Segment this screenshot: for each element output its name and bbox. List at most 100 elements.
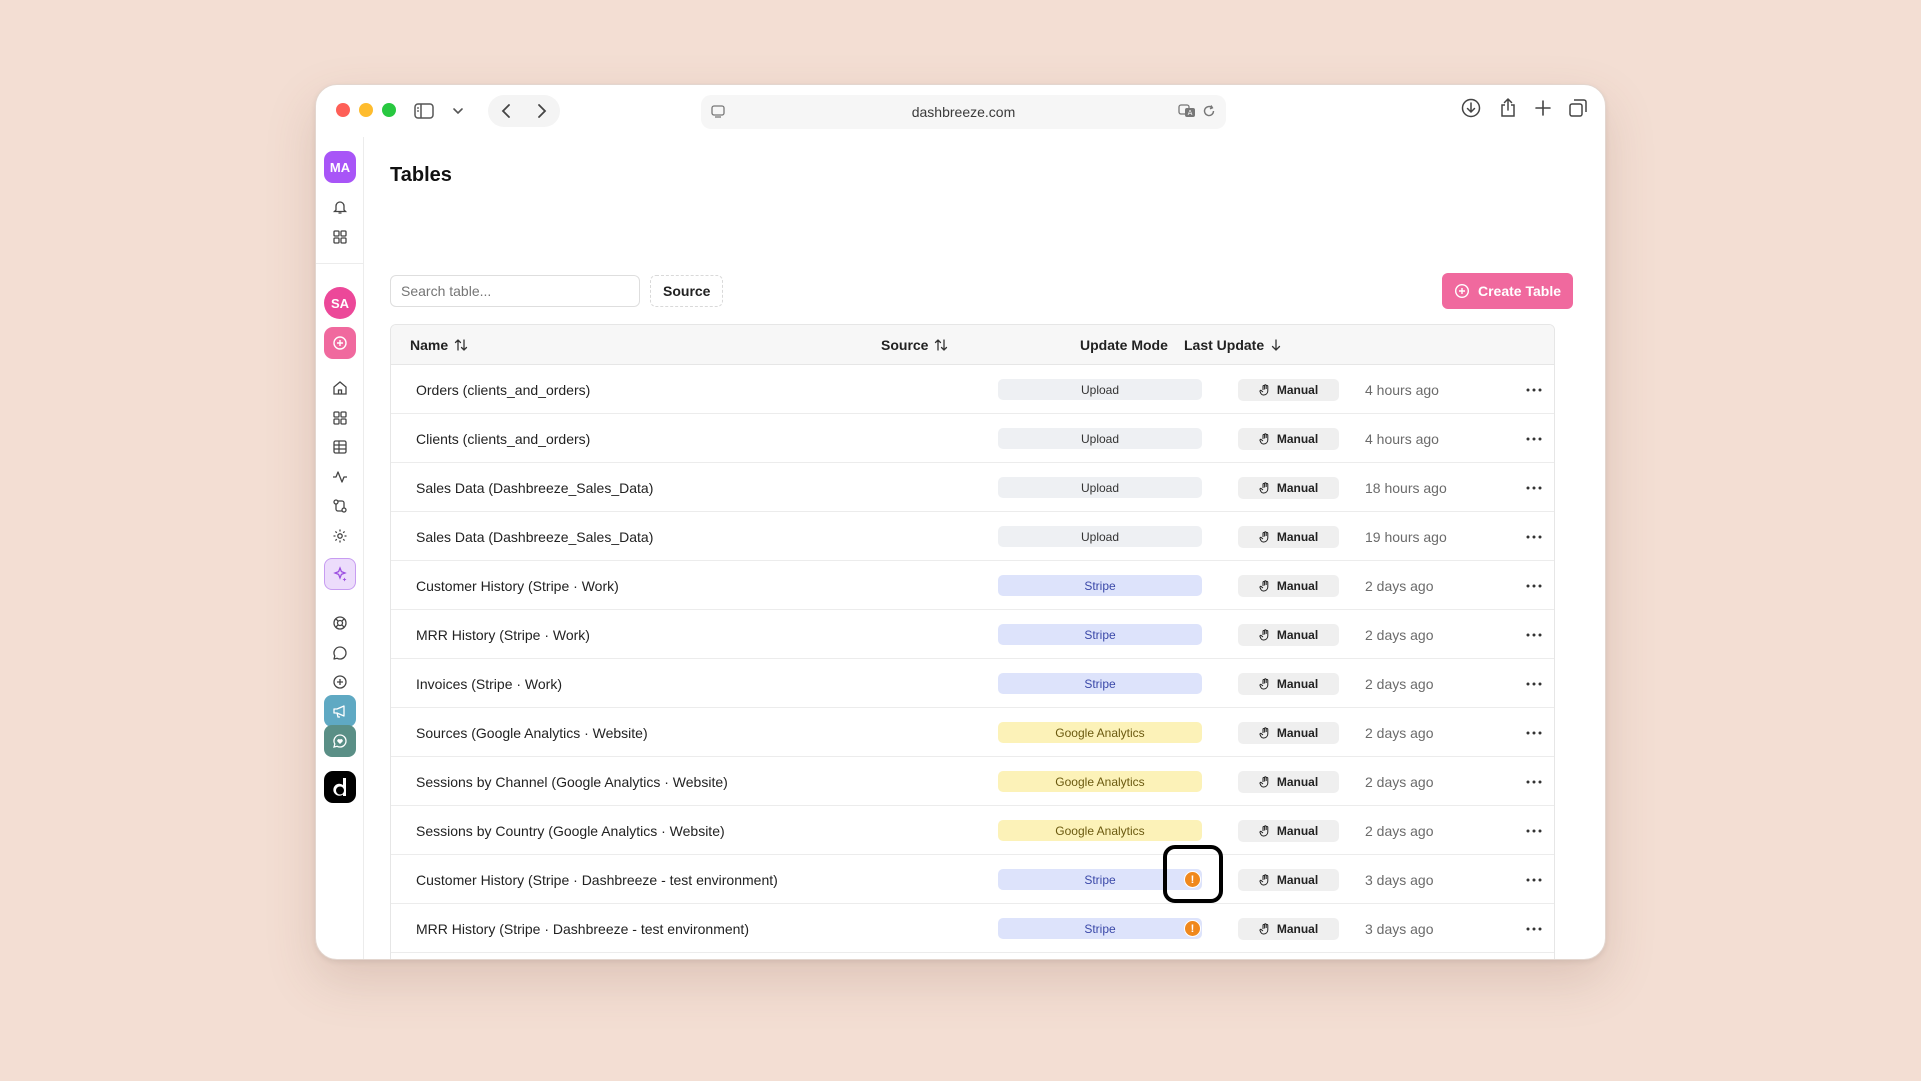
feature-request-icon[interactable] — [324, 666, 356, 698]
announcements-button[interactable] — [324, 695, 356, 727]
table-name[interactable]: MRR History (Stripe · Dashbreeze - test … — [416, 904, 749, 953]
update-mode-badge: Manual — [1238, 623, 1339, 646]
add-button[interactable] — [324, 327, 356, 359]
table-name[interactable]: Sales Data (Dashbreeze_Sales_Data) — [416, 463, 653, 512]
table-row[interactable]: MRR History (Stripe · Dashbreeze - test … — [391, 904, 1554, 953]
update-mode-cell: Manual — [1238, 512, 1339, 561]
more-options-icon[interactable] — [1526, 561, 1542, 610]
name-column-header[interactable]: Name — [410, 325, 468, 365]
last-update-cell: 2 days ago — [1365, 577, 1434, 594]
table-name[interactable]: Invoices (Stripe · Dashbreeze - test env… — [416, 953, 721, 959]
table-row[interactable]: Sales Data (Dashbreeze_Sales_Data) Upload… — [391, 512, 1554, 561]
table-row[interactable]: Sources (Google Analytics · Website) Goog… — [391, 708, 1554, 757]
user-avatar[interactable]: MA — [324, 151, 356, 183]
table-icon[interactable] — [324, 431, 356, 463]
update-mode-label: Manual — [1276, 480, 1319, 495]
integrations-icon[interactable] — [324, 490, 356, 522]
table-row[interactable]: Sessions by Channel (Google Analytics · … — [391, 757, 1554, 806]
table-name[interactable]: Orders (clients_and_orders) — [416, 365, 590, 414]
more-options-icon[interactable] — [1526, 904, 1542, 953]
page-settings-icon[interactable] — [711, 105, 725, 118]
source-filter-button[interactable]: Source — [650, 275, 724, 307]
warning-icon[interactable]: ! — [1184, 920, 1201, 937]
more-options-icon[interactable] — [1526, 855, 1542, 904]
table-row[interactable]: Invoices (Stripe · Dashbreeze - test env… — [391, 953, 1554, 959]
focus-highlight — [1163, 845, 1223, 903]
help-lifebuoy-icon[interactable] — [324, 607, 356, 639]
more-options-icon[interactable] — [1526, 806, 1542, 855]
download-icon[interactable] — [1461, 98, 1481, 118]
table-name[interactable]: Sales Data (Dashbreeze_Sales_Data) — [416, 512, 653, 561]
update-mode-badge: Manual — [1238, 917, 1339, 940]
table-row[interactable]: MRR History (Stripe · Work) Stripe Manual 2… — [391, 610, 1554, 659]
activity-icon[interactable] — [324, 461, 356, 493]
table-name[interactable]: Customer History (Stripe · Dashbreeze - … — [416, 855, 778, 904]
source-badge: Stripe — [998, 673, 1202, 694]
more-options-icon[interactable] — [1526, 708, 1542, 757]
ai-sparkle-button[interactable] — [324, 558, 356, 590]
new-tab-icon[interactable] — [1535, 100, 1551, 116]
table-row[interactable]: Customer History (Stripe · Work) Stripe Ma… — [391, 561, 1554, 610]
table-name[interactable]: Customer History (Stripe · Work) — [416, 561, 619, 610]
page-title: Tables — [390, 164, 452, 186]
sort-icon — [454, 338, 468, 352]
table-name[interactable]: Invoices (Stripe · Work) — [416, 659, 562, 708]
more-options-icon[interactable] — [1526, 463, 1542, 512]
search-input[interactable] — [390, 275, 640, 307]
apps-grid-icon[interactable] — [324, 221, 356, 253]
source-cell: Google Analytics — [998, 708, 1202, 757]
table-row[interactable]: Clients (clients_and_orders) Upload Manual… — [391, 414, 1554, 463]
table-name[interactable]: MRR History (Stripe · Work) — [416, 610, 590, 659]
minimize-window-button[interactable] — [359, 103, 373, 117]
chevron-down-icon[interactable] — [452, 107, 464, 115]
zoom-window-button[interactable] — [382, 103, 396, 117]
table-row[interactable]: Invoices (Stripe · Work) Stripe Manual 2 da… — [391, 659, 1554, 708]
update-mode-label: Manual — [1276, 872, 1319, 887]
table-row[interactable]: Customer History (Stripe · Dashbreeze - … — [391, 845, 1554, 904]
more-options-icon[interactable] — [1526, 365, 1542, 414]
table-row[interactable]: Sales Data (Dashbreeze_Sales_Data) Upload… — [391, 463, 1554, 512]
table-name[interactable]: Sessions by Channel (Google Analytics · … — [416, 757, 728, 806]
more-options-icon[interactable] — [1526, 610, 1542, 659]
share-icon[interactable] — [1499, 98, 1517, 118]
table-name[interactable]: Clients (clients_and_orders) — [416, 414, 590, 463]
bell-icon[interactable] — [324, 191, 356, 223]
translate-icon[interactable]: A — [1178, 104, 1196, 118]
update-mode-badge: Manual — [1238, 868, 1339, 891]
last-update-column-header[interactable]: Last Update — [1184, 325, 1282, 365]
workspace-initials: SA — [324, 287, 356, 319]
dashbreeze-logo[interactable] — [324, 771, 356, 803]
plus-circle-icon — [324, 327, 356, 359]
table-name[interactable]: Sources (Google Analytics · Website) — [416, 708, 648, 757]
update-mode-cell: Manual — [1238, 953, 1339, 959]
create-table-button[interactable]: Create Table — [1442, 273, 1573, 309]
close-window-button[interactable] — [336, 103, 350, 117]
home-icon[interactable] — [324, 372, 356, 404]
tab-overview-icon[interactable] — [1569, 99, 1587, 117]
table-name[interactable]: Sessions by Country (Google Analytics · … — [416, 806, 725, 855]
workspace-avatar[interactable]: SA — [324, 287, 356, 319]
table-row[interactable]: Sessions by Country (Google Analytics · … — [391, 806, 1554, 855]
more-options-icon[interactable] — [1526, 659, 1542, 708]
back-arrow-icon[interactable] — [501, 103, 511, 119]
gear-icon[interactable] — [324, 520, 356, 552]
table-row[interactable]: Orders (clients_and_orders) Upload Manual 4… — [391, 365, 1554, 414]
sidebar-toggle-icon[interactable] — [414, 103, 434, 119]
forward-arrow-icon[interactable] — [537, 103, 547, 119]
more-options-icon[interactable] — [1526, 512, 1542, 561]
more-options-icon[interactable] — [1526, 414, 1542, 463]
source-column-header[interactable]: Source — [881, 325, 948, 365]
more-options-icon[interactable] — [1526, 953, 1542, 959]
dashboards-icon[interactable] — [324, 402, 356, 434]
update-mode-badge: Manual — [1238, 378, 1339, 401]
more-options-icon[interactable] — [1526, 757, 1542, 806]
address-bar[interactable]: dashbreeze.com A — [701, 95, 1226, 129]
chat-icon[interactable] — [324, 637, 356, 669]
source-cell: Stripe — [998, 904, 1202, 953]
source-badge: Google Analytics — [998, 771, 1202, 792]
heart-chat-button[interactable] — [324, 725, 356, 757]
last-update-cell: 2 days ago — [1365, 822, 1434, 839]
hand-icon — [1259, 383, 1271, 396]
last-update-cell: 2 days ago — [1365, 724, 1434, 741]
reload-icon[interactable] — [1202, 104, 1216, 118]
